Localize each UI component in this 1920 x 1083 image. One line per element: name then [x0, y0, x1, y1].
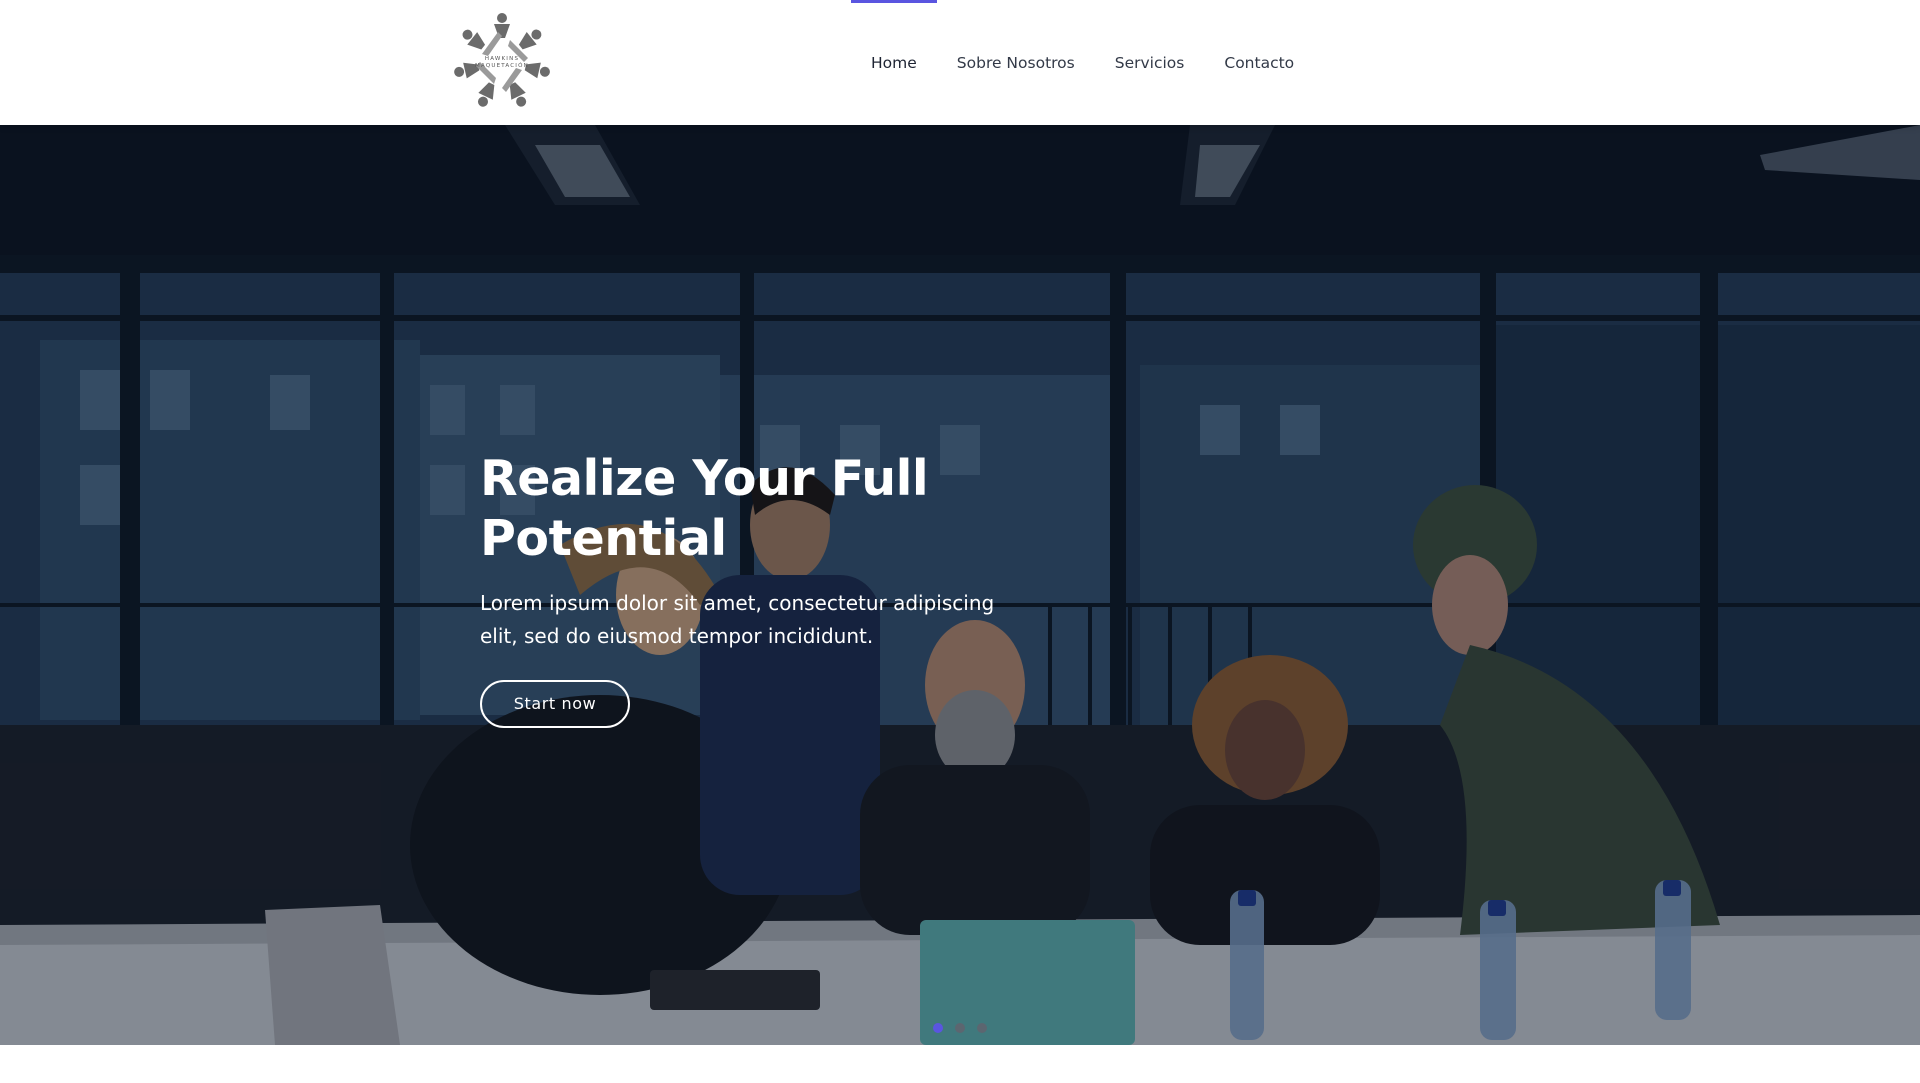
nav-item-label: Sobre Nosotros [956, 53, 1075, 72]
nav-item-sobre-nosotros[interactable]: Sobre Nosotros [937, 0, 1095, 125]
active-nav-indicator [851, 0, 937, 3]
hero-slider: Realize Your Full Potential Lorem ipsum … [0, 125, 1920, 1045]
hero-title: Realize Your Full Potential [480, 449, 1040, 569]
hero-subtitle: Lorem ipsum dolor sit amet, consectetur … [480, 587, 1000, 653]
start-now-button[interactable]: Start now [480, 680, 630, 728]
logo-wordmark: HAWKINS MAQUETACIÓN [450, 56, 554, 70]
slider-dots [933, 1023, 987, 1033]
site-header: HAWKINS MAQUETACIÓN Home Sobre Nosotros … [0, 0, 1920, 125]
nav-item-contacto[interactable]: Contacto [1204, 0, 1314, 125]
logo-link[interactable]: HAWKINS MAQUETACIÓN [450, 10, 554, 114]
hero-title-line2: Potential [480, 510, 727, 567]
hero-subtitle-line2: elit, sed do eiusmod tempor incididunt. [480, 624, 874, 648]
nav-item-label: Contacto [1224, 53, 1295, 72]
nav-item-label: Servicios [1114, 53, 1185, 72]
logo-text-line2: MAQUETACIÓN [475, 63, 529, 69]
main-nav: Home Sobre Nosotros Servicios Contacto [851, 0, 1314, 125]
hero-content: Realize Your Full Potential Lorem ipsum … [480, 449, 1040, 728]
hero-title-line1: Realize Your Full [480, 450, 929, 507]
nav-item-label: Home [871, 53, 917, 72]
slide-dot-1[interactable] [933, 1023, 943, 1033]
page-below-hero [0, 1045, 1920, 1083]
hero-subtitle-line1: Lorem ipsum dolor sit amet, consectetur … [480, 591, 995, 615]
slide-dot-2[interactable] [955, 1023, 965, 1033]
nav-item-home[interactable]: Home [851, 0, 937, 125]
logo-text-line1: HAWKINS [484, 56, 520, 62]
nav-item-servicios[interactable]: Servicios [1095, 0, 1205, 125]
slide-dot-3[interactable] [977, 1023, 987, 1033]
